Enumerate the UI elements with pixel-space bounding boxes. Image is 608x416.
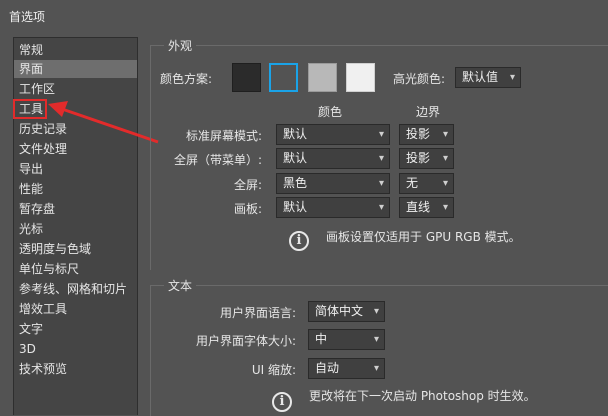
ui-font-size-select[interactable]: 中 ▾ [308, 329, 385, 350]
chevron-down-icon: ▾ [509, 72, 515, 83]
highlight-color-value: 默认值 [462, 70, 499, 84]
sidebar-item-scratch-disks[interactable]: 暂存盘 [14, 200, 137, 218]
sidebar-item-type[interactable]: 文字 [14, 320, 137, 338]
color-scheme-darkest[interactable] [232, 63, 261, 92]
chevron-down-icon: ▾ [373, 363, 379, 374]
standard-screen-mode-label: 标准屏幕模式: [185, 129, 262, 143]
chevron-down-icon: ▾ [373, 334, 379, 345]
chevron-down-icon: ▾ [442, 153, 448, 164]
ui-scale-value: 自动 [315, 361, 340, 375]
artboard-color-value: 默认 [283, 200, 308, 214]
color-scheme-dark-selected[interactable] [269, 63, 298, 92]
ui-scale-label: UI 缩放: [251, 363, 296, 377]
sidebar-item-3d[interactable]: 3D [14, 340, 137, 358]
sidebar-item-cursors[interactable]: 光标 [14, 220, 137, 238]
chevron-down-icon: ▾ [378, 202, 384, 213]
color-scheme-lightest[interactable] [346, 63, 375, 92]
chevron-down-icon: ▾ [373, 306, 379, 317]
info-icon: i [272, 392, 292, 412]
standard-screen-border-select[interactable]: 投影 ▾ [399, 124, 454, 145]
artboard-border-select[interactable]: 直线 ▾ [399, 197, 454, 218]
ui-language-label: 用户界面语言: [219, 306, 296, 320]
fullscreen-menus-border-select[interactable]: 投影 ▾ [399, 148, 454, 169]
sidebar-item-tech-previews[interactable]: 技术预览 [14, 360, 137, 378]
chevron-down-icon: ▾ [378, 129, 384, 140]
sidebar-item-interface[interactable]: 界面 [14, 60, 137, 78]
highlight-color-label: 高光颜色: [393, 72, 446, 86]
fullscreen-label: 全屏: [233, 178, 262, 192]
artboard-border-value: 直线 [406, 200, 431, 214]
standard-screen-color-value: 默认 [283, 127, 308, 141]
sidebar-item-plugins[interactable]: 增效工具 [14, 300, 137, 318]
standard-screen-border-value: 投影 [406, 127, 431, 141]
fullscreen-menus-color-select[interactable]: 默认 ▾ [276, 148, 390, 169]
annotation-arrow-icon [48, 101, 159, 144]
sidebar-item-general[interactable]: 常规 [14, 41, 137, 59]
title-bar: 首选项 [0, 0, 608, 30]
ui-scale-select[interactable]: 自动 ▾ [308, 358, 385, 379]
column-header-color: 颜色 [318, 105, 343, 119]
fullscreen-menus-border-value: 投影 [406, 151, 431, 165]
sidebar-item-guides-grid[interactable]: 参考线、网格和切片 [14, 280, 137, 298]
sidebar-item-transparency[interactable]: 透明度与色域 [14, 240, 137, 258]
artboard-note: 画板设置仅适用于 GPU RGB 模式。 [326, 230, 521, 244]
restart-note: 更改将在下一次启动 Photoshop 时生效。 [309, 389, 536, 403]
sidebar-item-export[interactable]: 导出 [14, 160, 137, 178]
fullscreen-menus-label: 全屏（带菜单）: [173, 153, 262, 167]
highlight-color-select[interactable]: 默认值 ▾ [455, 67, 521, 88]
ui-font-size-label: 用户界面字体大小: [195, 334, 296, 348]
fullscreen-color-select[interactable]: 黑色 ▾ [276, 173, 390, 194]
fullscreen-border-select[interactable]: 无 ▾ [399, 173, 454, 194]
preferences-sidebar: 常规 界面 工作区 工具 历史记录 文件处理 导出 性能 暂存盘 光标 透明度与… [13, 37, 138, 415]
chevron-down-icon: ▾ [378, 153, 384, 164]
ui-font-size-value: 中 [315, 332, 328, 346]
color-scheme-light[interactable] [308, 63, 337, 92]
fullscreen-menus-color-value: 默认 [283, 151, 308, 165]
window-title: 首选项 [9, 10, 46, 24]
sidebar-item-performance[interactable]: 性能 [14, 180, 137, 198]
chevron-down-icon: ▾ [442, 202, 448, 213]
appearance-title: 外观 [164, 37, 197, 54]
sidebar-item-units-rulers[interactable]: 单位与标尺 [14, 260, 137, 278]
chevron-down-icon: ▾ [378, 178, 384, 189]
chevron-down-icon: ▾ [442, 178, 448, 189]
standard-screen-color-select[interactable]: 默认 ▾ [276, 124, 390, 145]
color-scheme-label: 颜色方案: [160, 72, 213, 86]
chevron-down-icon: ▾ [442, 129, 448, 140]
ui-language-value: 简体中文 [315, 304, 364, 318]
column-header-border: 边界 [416, 105, 441, 119]
fullscreen-border-value: 无 [406, 176, 419, 190]
ui-language-select[interactable]: 简体中文 ▾ [308, 301, 385, 322]
artboard-label: 画板: [233, 202, 262, 216]
text-title: 文本 [164, 277, 197, 294]
artboard-color-select[interactable]: 默认 ▾ [276, 197, 390, 218]
fullscreen-color-value: 黑色 [283, 176, 308, 190]
info-icon: i [289, 231, 309, 251]
